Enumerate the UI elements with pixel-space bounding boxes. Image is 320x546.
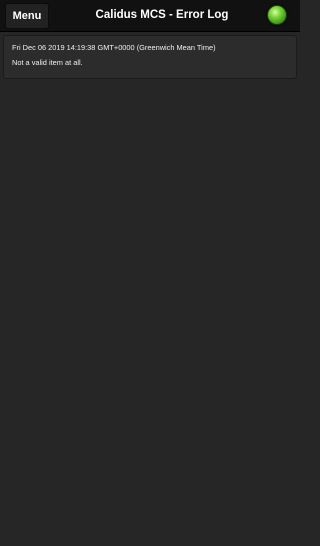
status-light-icon [267,5,287,25]
menu-button-label: Menu [12,10,42,22]
page-title: Calidus MCS - Error Log [95,9,229,21]
header-bar: Menu Calidus MCS - Error Log [0,0,300,32]
log-entry-message: Not a valid item at all. [12,58,83,67]
log-entry-timestamp: Fri Dec 06 2019 14:19:38 GMT+0000 (Green… [12,43,216,52]
menu-button[interactable]: Menu [5,3,49,29]
log-entry: Fri Dec 06 2019 14:19:38 GMT+0000 (Green… [3,35,297,79]
